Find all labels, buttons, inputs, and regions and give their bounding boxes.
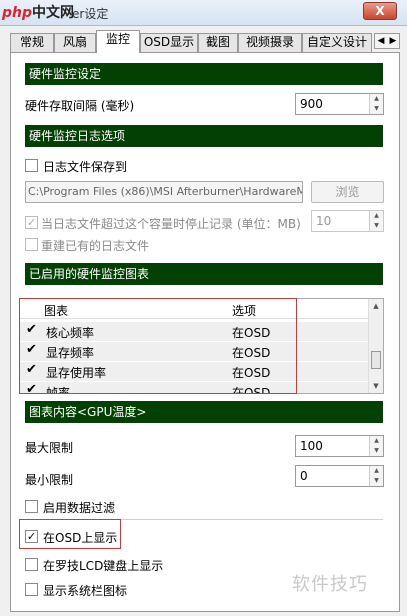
max-limit-label: 最大限制 [25,441,74,455]
site-logo: php中文网 [2,5,75,21]
tab-fan[interactable]: 风扇 [54,33,96,52]
section-enabled-graphs: 已启用的硬件监控图表 [25,263,383,285]
tab-bar: 常规 风扇 监控 OSD显示 截图 视频摄录 自定义设计 ◀ ▶ [10,30,400,53]
polling-interval-label: 硬件存取间隔 (毫秒) [25,99,135,113]
graph-list-scrollbar[interactable]: ▲ ▼ [368,299,383,393]
tab-general[interactable]: 常规 [10,33,54,52]
recreate-log-checkbox[interactable] [25,238,38,251]
log-save-checkbox[interactable] [25,159,38,172]
browse-button[interactable]: 浏览 [311,181,384,203]
spinner-arrows-icon[interactable]: ▲ ▼ [369,466,383,486]
close-button[interactable]: X [363,2,397,20]
log-limit-label: 当日志文件超过这个容量时停止记录 (单位：MB) [41,217,301,231]
tab-video-capture[interactable]: 视频摄录 [238,33,302,52]
spinner-arrows-icon[interactable]: ▲ ▼ [369,436,383,456]
window-title: er设定 [72,7,109,21]
min-limit-spinner[interactable]: 0 ▲ ▼ [295,465,384,487]
graph-list-highlight [19,298,297,394]
spinner-arrows-icon[interactable]: ▲ ▼ [369,94,383,114]
max-limit-spinner[interactable]: 100 ▲ ▼ [295,435,384,457]
data-filter-checkbox[interactable] [25,500,38,513]
section-log-options: 硬件监控日志选项 [25,125,383,147]
log-path-field[interactable]: C:\Program Files (x86)\MSI Afterburner\H… [25,181,303,203]
scroll-up-icon[interactable]: ▲ [369,299,383,313]
section-hw-settings: 硬件监控设定 [25,63,383,85]
monitoring-panel: 硬件监控设定 硬件存取间隔 (毫秒) 900 ▲ ▼ 硬件监控日志选项 日志文件保… [10,52,400,612]
tray-icon-checkbox[interactable] [25,583,38,596]
tab-monitoring[interactable]: 监控 [96,30,140,53]
min-limit-label: 最小限制 [25,473,74,487]
section-graph-props: 图表内容<GPU温度> [25,401,383,423]
tab-scroll-arrows[interactable]: ◀ ▶ [374,33,400,49]
recreate-log-label: 重建已有的日志文件 [41,239,150,253]
tab-right-icon[interactable]: ▶ [390,34,397,48]
tab-screenshot[interactable]: 截图 [198,33,238,52]
title-bar: php中文网 er设定 X [0,0,407,26]
log-limit-checkbox[interactable]: ✓ [25,216,38,229]
spinner-arrows-icon[interactable]: ▲ ▼ [369,211,383,231]
polling-interval-spinner[interactable]: 900 ▲ ▼ [295,93,384,115]
data-filter-label: 启用数据过滤 [43,501,116,515]
lcd-display-checkbox[interactable] [25,558,38,571]
tab-osd[interactable]: OSD显示 [140,33,198,52]
tab-custom-design[interactable]: 自定义设计 [302,33,372,52]
tab-left-icon[interactable]: ◀ [378,34,385,48]
lcd-display-label: 在罗技LCD键盘上显示 [43,559,164,573]
log-limit-spinner[interactable]: 10 ▲ ▼ [311,210,384,232]
scroll-thumb[interactable] [371,351,381,369]
log-save-label: 日志文件保存到 [43,160,128,174]
scroll-down-icon[interactable]: ▼ [369,379,383,393]
watermark: 软件技巧 [292,574,368,595]
osd-display-highlight [19,519,121,549]
tray-icon-label: 显示系统栏图标 [43,584,128,598]
